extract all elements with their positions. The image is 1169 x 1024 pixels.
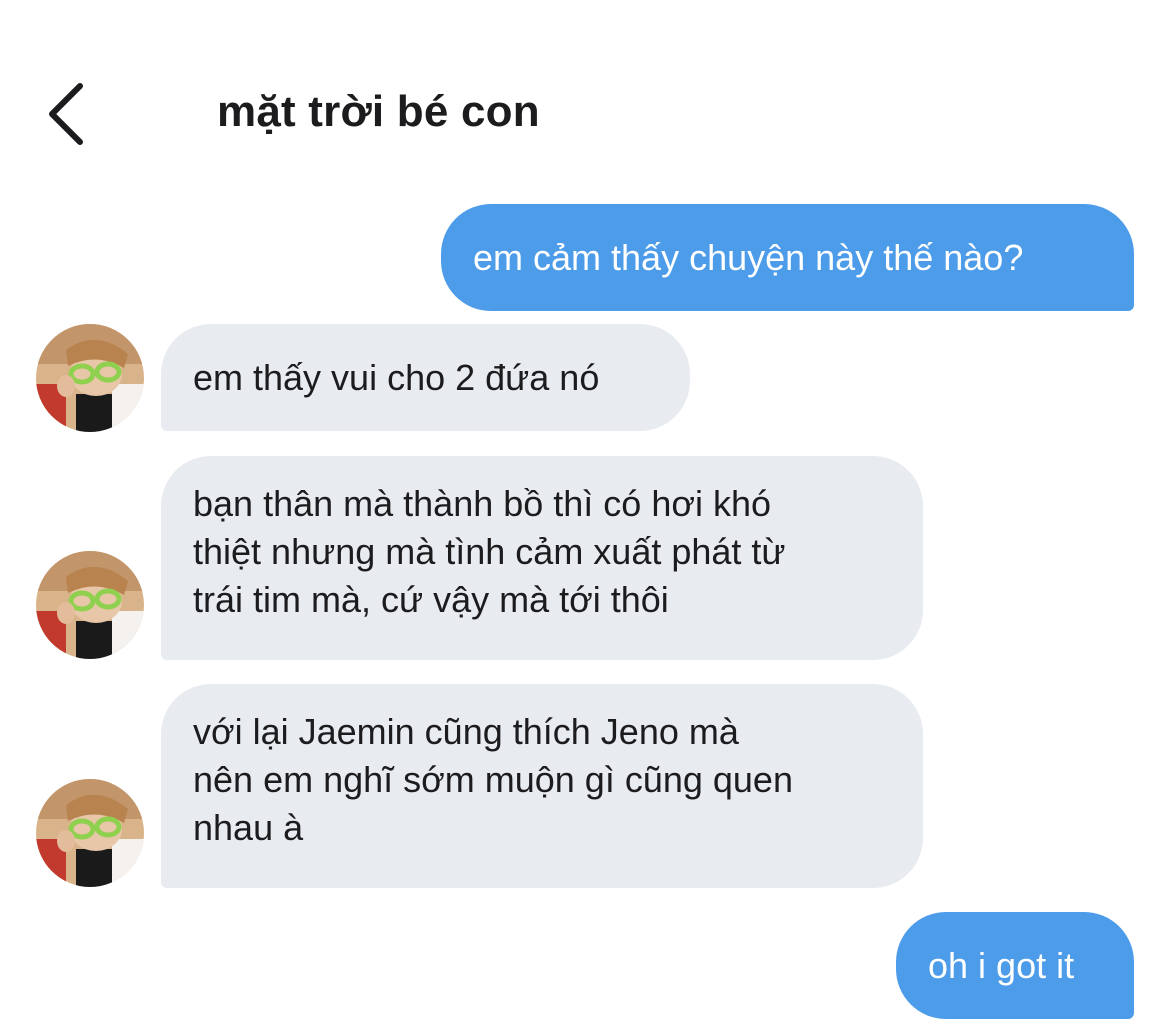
- message-text-line: nên em nghĩ sớm muộn gì cũng quen: [193, 759, 793, 800]
- chat-screen: mặt trời bé con em cảm thấy chuyện này t…: [0, 0, 1169, 1024]
- message-text: em thấy vui cho 2 đứa nó: [193, 356, 600, 398]
- message-bubble-incoming[interactable]: với lại Jaemin cũng thích Jeno mà nên em…: [161, 684, 923, 888]
- chat-header: mặt trời bé con: [0, 0, 1169, 180]
- message-text: em cảm thấy chuyện này thế nào?: [473, 236, 1024, 278]
- message-text-line: thiệt nhưng mà tình cảm xuất phát từ: [193, 531, 786, 572]
- message-text-line: nhau à: [193, 807, 304, 848]
- back-button[interactable]: [38, 78, 98, 150]
- contact-avatar[interactable]: [36, 551, 144, 659]
- message-text-line: với lại Jaemin cũng thích Jeno mà: [193, 711, 739, 752]
- message-text-line: bạn thân mà thành bồ thì có hơi khó: [193, 483, 772, 524]
- message-text-line: trái tim mà, cứ vậy mà tới thôi: [193, 579, 669, 620]
- conversation-title[interactable]: mặt trời bé con: [217, 84, 540, 140]
- contact-avatar[interactable]: [36, 779, 144, 887]
- contact-avatar[interactable]: [36, 324, 144, 432]
- message-text: oh i got it: [928, 944, 1075, 986]
- message-bubble-incoming[interactable]: bạn thân mà thành bồ thì có hơi khó thiệ…: [161, 456, 923, 660]
- message-bubble-outgoing[interactable]: oh i got it: [896, 912, 1134, 1019]
- chevron-left-icon: [49, 83, 83, 145]
- message-bubble-outgoing[interactable]: em cảm thấy chuyện này thế nào?: [441, 204, 1134, 311]
- message-bubble-incoming[interactable]: em thấy vui cho 2 đứa nó: [161, 324, 690, 431]
